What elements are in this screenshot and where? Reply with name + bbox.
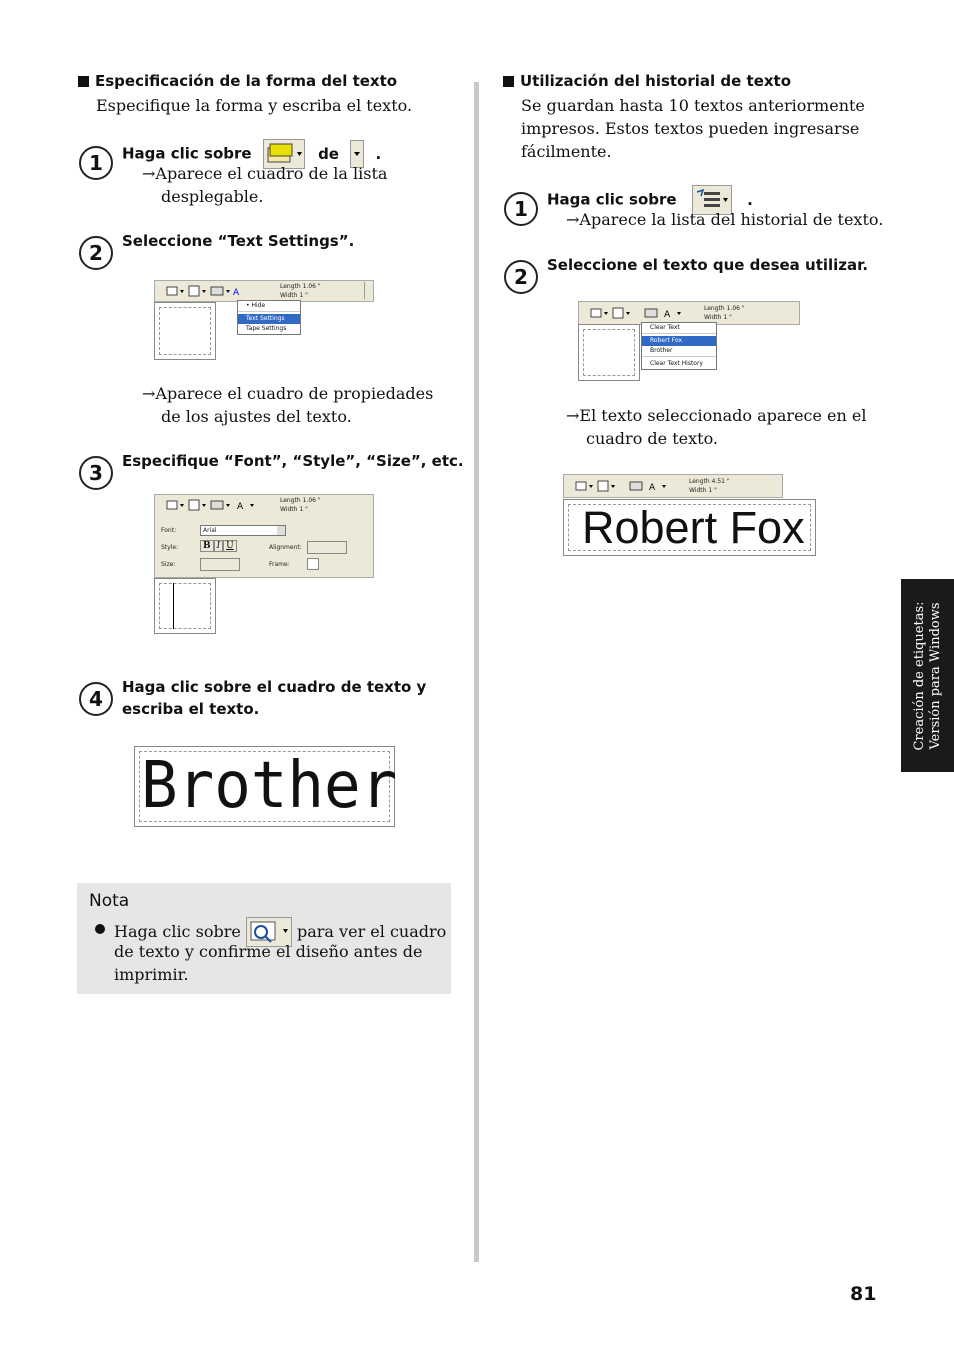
step-number-2: 2 xyxy=(504,260,538,294)
menu-item-clear-text-history[interactable]: Clear Text History xyxy=(642,359,716,369)
toolbar: A Length 1.06 " Width 1 " xyxy=(154,494,374,516)
history-dropdown-menu: Clear Text Robert Fox Brother Clear Text… xyxy=(641,322,717,370)
history-step2-result: →El texto seleccionado aparece en el xyxy=(566,406,867,425)
bullet-icon xyxy=(95,924,105,934)
square-bullet-icon xyxy=(503,76,514,87)
svg-text:A: A xyxy=(233,288,240,298)
properties-panel: Font: Arial Style: BIU Size: Alignment: … xyxy=(154,515,374,578)
step-number-1: 1 xyxy=(79,146,113,180)
width-readout: Width 1 " xyxy=(689,487,717,494)
bold-button[interactable]: B xyxy=(200,540,214,552)
side-tab-line1: Creación de etiquetas: xyxy=(911,601,927,751)
label-preview-robert-fox[interactable]: Robert Fox xyxy=(563,499,816,556)
menu-item-text-settings[interactable]: Text Settings xyxy=(238,314,300,324)
tape-preview[interactable] xyxy=(154,302,216,360)
size-buttons[interactable] xyxy=(200,558,240,571)
square-bullet-icon xyxy=(78,76,89,87)
width-readout: Width 1 " xyxy=(280,506,308,513)
step3-instruction: Especifique “Font”, “Style”, “Size”, etc… xyxy=(122,452,464,470)
frame-button[interactable] xyxy=(307,558,319,570)
step2-result: →Aparece el cuadro de propiedades xyxy=(142,384,434,403)
screenshot-text-properties: A Length 1.06 " Width 1 " Font: Arial St… xyxy=(154,494,374,634)
side-tab-line2: Versión para Windows xyxy=(927,601,943,750)
label-preview-brother[interactable]: Brother xyxy=(134,746,398,827)
menu-item-robert-fox[interactable]: Robert Fox xyxy=(642,336,716,346)
section-title-text-shape: Especificación de la forma del texto xyxy=(78,72,397,90)
step4-instruction: Haga clic sobre el cuadro de texto y xyxy=(122,678,427,696)
spin-arrows-icon[interactable] xyxy=(364,282,373,299)
menu-item-clear-text[interactable]: Clear Text xyxy=(642,323,716,333)
length-readout: Length 1.06 " xyxy=(280,497,321,504)
step2-result-line2: de los ajustes del texto. xyxy=(161,407,352,426)
toolbar-icons: A xyxy=(166,499,254,512)
screenshot-text-settings-menu: A Length 1.06 " Width 1 " • Hide Text Se… xyxy=(154,280,374,360)
dropdown-menu: • Hide Text Settings Tape Settings xyxy=(237,300,301,335)
screenshot-robert-fox-result: A Length 4.51 " Width 1 " Robert Fox xyxy=(563,474,817,556)
step1-result-line2: desplegable. xyxy=(161,187,264,206)
font-select[interactable]: Arial xyxy=(200,525,286,536)
history-intro-line1: Se guardan hasta 10 textos anteriormente xyxy=(521,96,865,115)
menu-item-tape-settings[interactable]: Tape Settings xyxy=(238,324,300,334)
toolbar-icons: A xyxy=(575,480,666,493)
step-number-2: 2 xyxy=(79,236,113,270)
step-number-1: 1 xyxy=(504,192,538,226)
length-readout: Length 4.51 " xyxy=(689,478,730,485)
alignment-buttons[interactable] xyxy=(307,541,347,554)
history-intro-line3: fácilmente. xyxy=(521,142,612,161)
toolbar: A Length 4.51 " Width 1 " xyxy=(563,474,783,498)
chevron-down-icon[interactable] xyxy=(277,526,285,535)
step1-result: →Aparece el cuadro de la lista xyxy=(142,164,388,183)
tape-preview[interactable] xyxy=(578,324,640,381)
note-title: Nota xyxy=(89,891,130,911)
note-line2: de texto y confirme el diseño antes de xyxy=(114,942,423,961)
column-divider xyxy=(474,82,479,1262)
toolbar-icons: A xyxy=(166,285,240,298)
svg-text:A: A xyxy=(664,310,671,320)
section-title-text-history: Utilización del historial de texto xyxy=(503,72,791,90)
svg-text:A: A xyxy=(649,483,656,493)
step-number-3: 3 xyxy=(79,456,113,490)
menu-item-hide[interactable]: • Hide xyxy=(238,301,300,311)
svg-text:A: A xyxy=(237,502,244,512)
text-cursor xyxy=(173,583,174,629)
section-intro: Especifique la forma y escriba el texto. xyxy=(96,96,413,115)
note-line3: imprimir. xyxy=(114,965,189,984)
step-number-4: 4 xyxy=(79,682,113,716)
length-readout: Length 1.06 " xyxy=(704,305,745,312)
label-text: Brother xyxy=(141,749,398,823)
step2-instruction: Seleccione “Text Settings”. xyxy=(122,232,355,250)
chapter-side-tab: Creación de etiquetas: Versión para Wind… xyxy=(901,579,954,772)
width-readout: Width 1 " xyxy=(704,314,732,321)
length-readout: Length 1.06 " xyxy=(280,283,321,290)
underline-button[interactable]: U xyxy=(223,540,237,552)
toolbar-icons: A xyxy=(590,307,681,320)
menu-item-brother[interactable]: Brother xyxy=(642,346,716,356)
note-box: Nota Haga clic sobre para ver el cuadro … xyxy=(77,883,451,994)
history-step1-result: →Aparece la lista del historial de texto… xyxy=(566,210,884,229)
italic-button[interactable]: I xyxy=(213,540,224,552)
style-buttons: BIU xyxy=(200,540,237,552)
width-readout: Width 1 " xyxy=(280,292,308,299)
history-step2-result-line2: cuadro de texto. xyxy=(586,429,718,448)
label-text: Robert Fox xyxy=(582,502,805,553)
toolbar: A Length 1.06 " Width 1 " xyxy=(154,280,374,302)
step4-instruction-line2: escriba el texto. xyxy=(122,700,260,718)
page-number: 81 xyxy=(850,1283,877,1305)
history-step2-instruction: Seleccione el texto que desea utilizar. xyxy=(547,256,869,274)
tape-preview[interactable] xyxy=(154,578,216,634)
screenshot-history-menu: A Length 1.06 " Width 1 " Clear Text Rob… xyxy=(578,301,800,381)
history-intro-line2: impresos. Estos textos pueden ingresarse xyxy=(521,119,860,138)
